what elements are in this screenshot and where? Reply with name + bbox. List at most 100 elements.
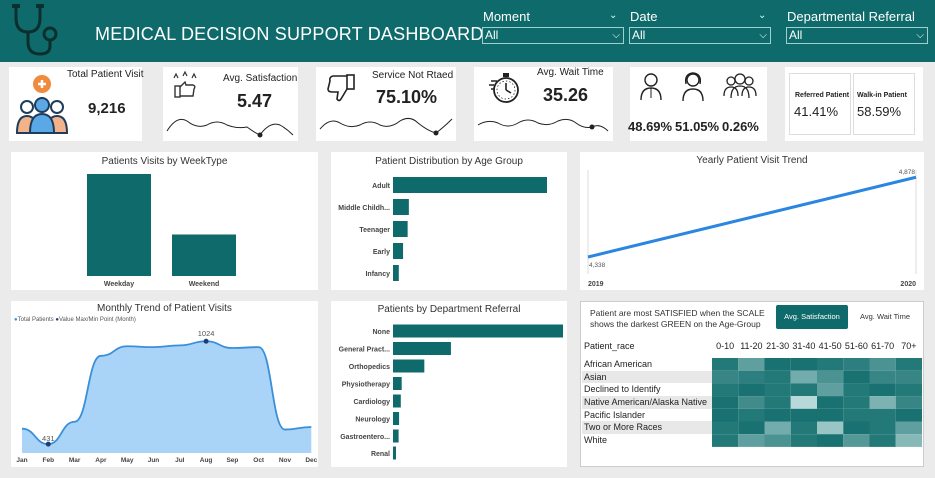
heatmap-cell (843, 408, 870, 422)
referred-value: 41.41% (794, 104, 839, 119)
wait-time-value: 35.26 (543, 85, 589, 105)
tab-avg-satisfaction[interactable]: Avg. Satisfaction (776, 305, 848, 329)
monthly-tick-label: Nov (279, 457, 292, 464)
walkin-value: 58.59% (857, 104, 902, 119)
heatmap-cell (895, 383, 922, 397)
yearly-chart-panel: Yearly Patient Visit Trend 4,338 4,878 201… (580, 152, 924, 290)
not-rated-label: Service Not Rtaed (372, 70, 454, 81)
monthly-tick-label: Jul (175, 457, 185, 464)
heatmap-cell (712, 408, 739, 422)
heatmap-cell (869, 408, 896, 422)
heatmap-cell (817, 370, 844, 384)
dept-tick-label: Orthopedics (349, 364, 390, 371)
walkin-label: Walk-in Patient (857, 92, 907, 99)
female-icon (682, 72, 704, 102)
monthly-tick-label: Mar (69, 457, 81, 464)
monthly-tick-label: Dec (305, 457, 317, 464)
heatmap-column-label: 31-40 (792, 341, 816, 351)
monthly-chart-panel: Monthly Trend of Patient Visits ●Total P… (11, 301, 318, 467)
heatmap-cell (764, 434, 791, 447)
heatmap-cell (817, 358, 844, 371)
dept-bar (393, 377, 402, 390)
heatmap-row-label: African American (584, 359, 653, 369)
patients-group-icon (15, 75, 68, 134)
date-filter-label: Date (630, 9, 658, 24)
age-bar (393, 199, 409, 215)
heatmap-cell (843, 396, 870, 409)
yearly-point-label-2019: 4,338 (589, 262, 606, 269)
heatmap-cell (843, 383, 870, 397)
referral-filter-select[interactable]: All ⌵ (786, 27, 928, 44)
age-tick-label: Adult (372, 183, 391, 190)
heatmap-cell (738, 434, 765, 447)
referred-box: Referred Patient 41.41% (789, 73, 851, 135)
stethoscope-icon (12, 4, 58, 56)
heatmap-row-label: White (584, 435, 608, 446)
monthly-max-point (203, 338, 209, 344)
walkin-box: Walk-in Patient 58.59% (853, 73, 915, 135)
dept-bar (393, 446, 396, 460)
heatmap-cell (817, 383, 844, 397)
wait-time-card: Avg. Wait Time 35.26 (474, 67, 613, 141)
monthly-tick-label: Jan (16, 457, 27, 464)
moment-filter-label: Moment (483, 9, 530, 24)
heatmap-cell (895, 421, 922, 435)
monthly-chart: 1024 431 Jan Feb Mar Apr May Jun Jul Aug Sep Oct Nov… (16, 329, 317, 464)
dept-tick-label: Renal (371, 451, 390, 458)
heatmap-cell (738, 383, 765, 397)
heatmap-cell (790, 434, 817, 447)
dept-bar (393, 394, 401, 408)
heatmap-cell (738, 421, 765, 435)
dept-tick-label: None (373, 329, 391, 336)
heatmap-column-label: 21-30 (766, 341, 790, 351)
dept-bar (393, 412, 400, 425)
age-bar (393, 177, 547, 193)
heatmap-cell (895, 434, 922, 447)
dept-bar (393, 324, 563, 338)
monthly-tick-label: Apr (95, 457, 107, 464)
satisfaction-card: Avg. Satisfaction 5.47 (163, 67, 298, 141)
heatmap-cell (712, 370, 739, 384)
chevron-down-icon[interactable]: ⌄ (609, 10, 617, 21)
heatmap-cell (790, 383, 817, 397)
heatmap-cell (712, 434, 739, 447)
thumbs-up-stars-icon (173, 70, 197, 98)
heatmap-cell (817, 434, 844, 447)
dashboard-header: MEDICAL DECISION SUPPORT DASHBOARD Momen… (0, 0, 935, 62)
heatmap-row-label: Native American/Alaska Native (582, 396, 712, 409)
dept-tick-label: Neurology (355, 417, 390, 424)
age-tick-label: Infancy (365, 271, 390, 278)
heatmap-cell (712, 421, 739, 435)
age-chart: Adult Middle Childh... Teenager Early Infanc… (338, 177, 547, 281)
chevron-down-icon[interactable]: ⌄ (758, 10, 766, 21)
heatmap-cell (895, 370, 922, 384)
heatmap-cell (817, 408, 844, 422)
age-tick-label: Teenager (359, 227, 390, 234)
weektype-tick-label: Weekend (189, 281, 220, 288)
heatmap-cell (712, 383, 739, 397)
age-bar (393, 243, 404, 259)
heatmap-cell (843, 421, 870, 435)
monthly-tick-label: Feb (43, 457, 55, 464)
heatmap-cell (764, 408, 791, 422)
heatmap-panel: Patient are most SATISFIED when the SCAL… (580, 301, 924, 467)
date-filter-select[interactable]: All ⌵ (629, 27, 771, 44)
heatmap-cell (790, 358, 817, 371)
not-rated-value: 75.10% (376, 87, 438, 107)
dept-tick-label: Cardiology (353, 399, 390, 406)
moment-filter-select[interactable]: All ⌵ (482, 27, 624, 44)
heatmap-cell (764, 358, 791, 371)
heatmap-cell (869, 383, 896, 397)
weektype-bar-weekend (172, 234, 236, 276)
yearly-tick-label: 2020 (900, 281, 916, 288)
heatmap-column-label: 70+ (901, 341, 917, 351)
heatmap-cell (843, 370, 870, 384)
satisfaction-sparkline (166, 118, 294, 138)
heatmap-cell (895, 408, 922, 422)
heatmap-cell (869, 396, 896, 409)
tab-avg-wait-time[interactable]: Avg. Wait Time (851, 305, 919, 329)
moment-filter-value: All (485, 28, 499, 42)
weektype-chart-panel: Patients Visits by WeekType Weekday Weeke… (11, 152, 318, 290)
dept-bar (393, 359, 425, 373)
heatmap-cell (817, 396, 844, 409)
